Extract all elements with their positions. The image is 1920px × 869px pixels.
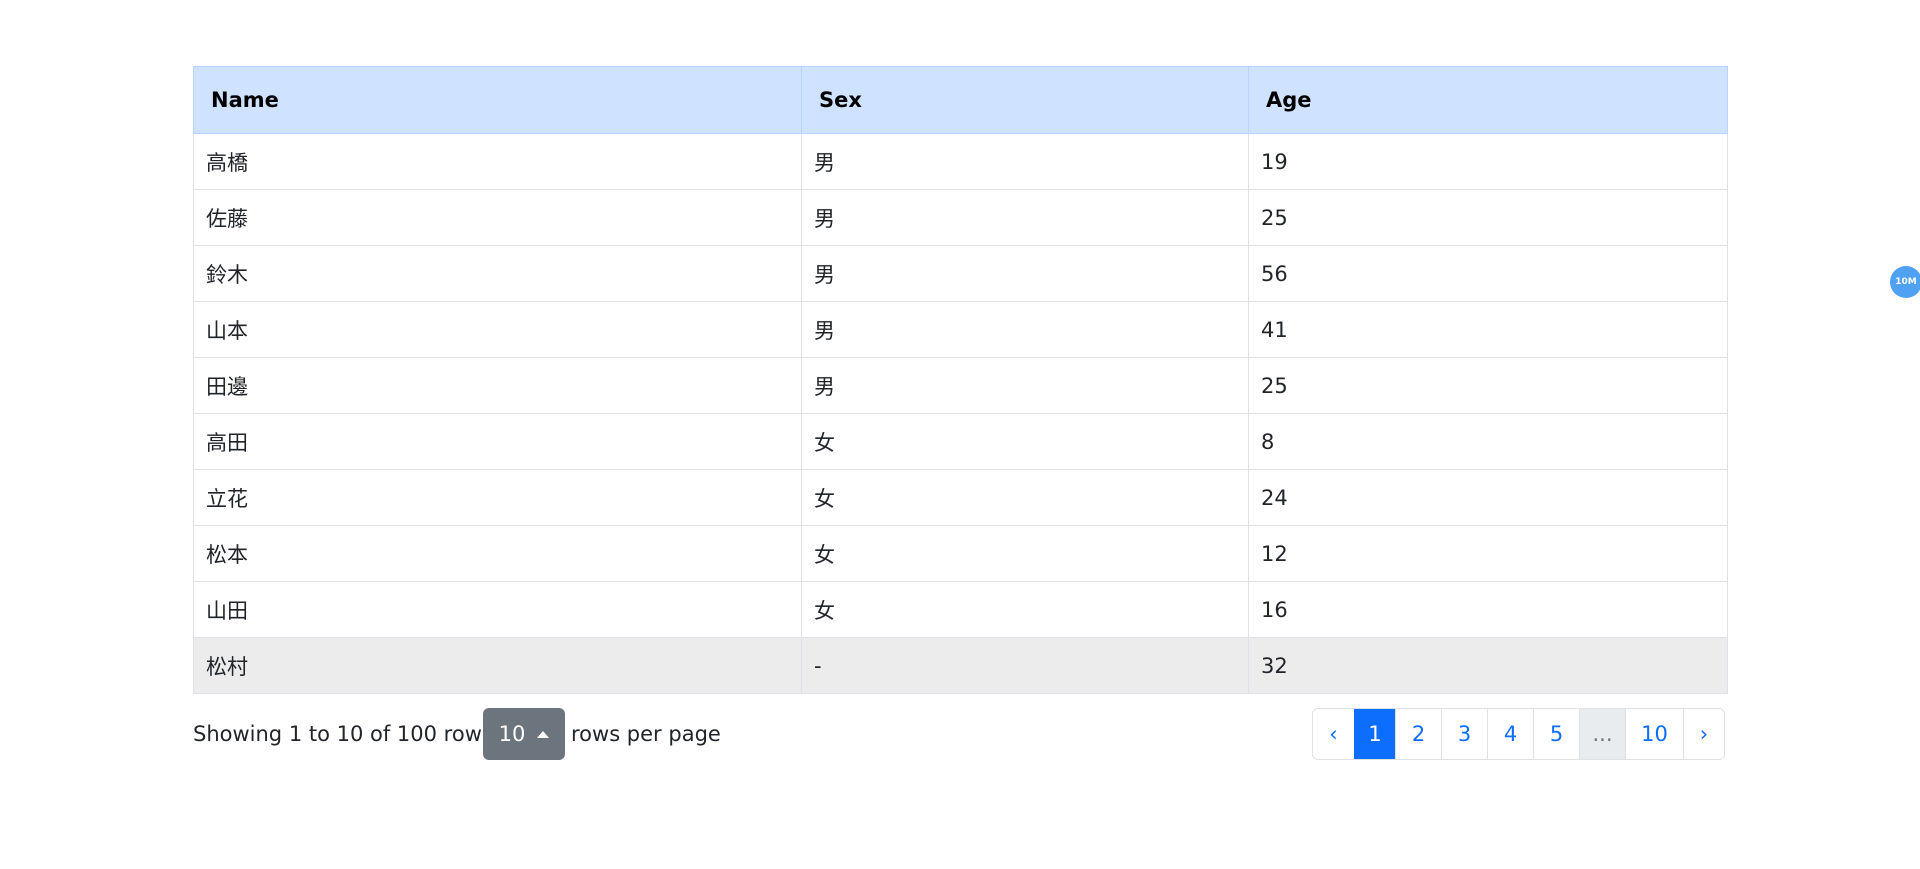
cell-name: 松村 (193, 637, 802, 694)
cell-name: 山田 (193, 581, 802, 638)
page-button-3[interactable]: 3 (1441, 709, 1487, 759)
cell-sex: 男 (801, 189, 1249, 246)
table-row[interactable]: 高橋 男 19 (193, 133, 1728, 190)
page-ellipsis: ... (1579, 709, 1625, 759)
table-row[interactable]: 山本 男 41 (193, 301, 1728, 358)
pagination: ‹ 1 2 3 4 5 ... 10 › (1312, 708, 1725, 760)
cell-sex: 男 (801, 245, 1249, 302)
cell-name: 佐藤 (193, 189, 802, 246)
table-row[interactable]: 立花 女 24 (193, 469, 1728, 526)
table-row[interactable]: 高田 女 8 (193, 413, 1728, 470)
cell-sex: 女 (801, 469, 1249, 526)
table-row[interactable]: 山田 女 16 (193, 581, 1728, 638)
column-header-sex[interactable]: Sex (801, 66, 1249, 134)
cell-age: 41 (1248, 301, 1728, 358)
cell-name: 鈴木 (193, 245, 802, 302)
cell-name: 山本 (193, 301, 802, 358)
cell-sex: 男 (801, 133, 1249, 190)
page-button-10[interactable]: 10 (1625, 709, 1683, 759)
cell-name: 田邊 (193, 357, 802, 414)
page-prev-button[interactable]: ‹ (1313, 709, 1354, 759)
cell-age: 32 (1248, 637, 1728, 694)
table-row[interactable]: 田邊 男 25 (193, 357, 1728, 414)
page-size-dropdown-button[interactable]: 10 (483, 708, 565, 760)
page-button-5[interactable]: 5 (1533, 709, 1579, 759)
floating-badge[interactable]: 10M (1890, 266, 1920, 298)
caret-up-icon (537, 730, 550, 738)
cell-name: 高田 (193, 413, 802, 470)
table-footer: Showing 1 to 10 of 100 rows 10 rows per … (193, 708, 1727, 760)
cell-name: 高橋 (193, 133, 802, 190)
column-header-age[interactable]: Age (1248, 66, 1728, 134)
page-button-1[interactable]: 1 (1354, 709, 1395, 759)
page-next-button[interactable]: › (1683, 709, 1724, 759)
cell-age: 19 (1248, 133, 1728, 190)
cell-sex: 女 (801, 581, 1249, 638)
table-container: Name Sex Age 高橋 男 19 佐藤 男 25 鈴木 男 56 山本 … (193, 66, 1728, 694)
cell-age: 25 (1248, 189, 1728, 246)
cell-name: 松本 (193, 525, 802, 582)
pagination-info: Showing 1 to 10 of 100 rows (193, 722, 493, 746)
cell-sex: 男 (801, 357, 1249, 414)
page-button-4[interactable]: 4 (1487, 709, 1533, 759)
cell-name: 立花 (193, 469, 802, 526)
table-row-hovered[interactable]: 松村 - 32 (193, 637, 1728, 694)
page-size-value: 10 (498, 722, 526, 746)
table-header-row: Name Sex Age (193, 66, 1728, 134)
data-table: Name Sex Age 高橋 男 19 佐藤 男 25 鈴木 男 56 山本 … (193, 66, 1728, 694)
cell-sex: 男 (801, 301, 1249, 358)
rows-per-page-label: rows per page (571, 722, 721, 746)
cell-age: 16 (1248, 581, 1728, 638)
cell-sex: - (801, 637, 1249, 694)
page-button-2[interactable]: 2 (1395, 709, 1441, 759)
cell-age: 8 (1248, 413, 1728, 470)
page: Name Sex Age 高橋 男 19 佐藤 男 25 鈴木 男 56 山本 … (0, 0, 1920, 869)
table-row[interactable]: 松本 女 12 (193, 525, 1728, 582)
cell-age: 56 (1248, 245, 1728, 302)
table-row[interactable]: 鈴木 男 56 (193, 245, 1728, 302)
cell-age: 12 (1248, 525, 1728, 582)
cell-age: 24 (1248, 469, 1728, 526)
column-header-name[interactable]: Name (193, 66, 802, 134)
cell-sex: 女 (801, 525, 1249, 582)
table-row[interactable]: 佐藤 男 25 (193, 189, 1728, 246)
cell-sex: 女 (801, 413, 1249, 470)
cell-age: 25 (1248, 357, 1728, 414)
